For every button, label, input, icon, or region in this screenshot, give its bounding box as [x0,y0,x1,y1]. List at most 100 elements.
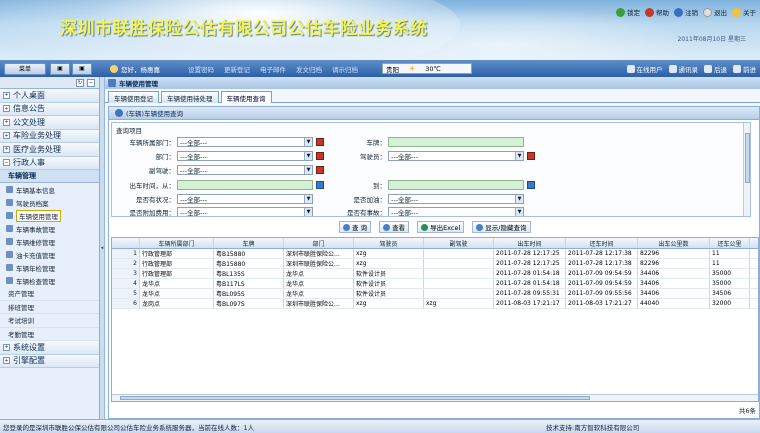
quick-link-email[interactable]: 电子邮件 [260,64,286,74]
quick-link-request[interactable]: 请示归档 [332,64,358,74]
refresh-icon[interactable]: ↻ [76,78,84,87]
table-row[interactable]: 4 龙华点 粤B117LS 龙华点 软件设计员 2011-07-28 01:54:18 20… [112,279,758,289]
table-cell: xzg [354,249,424,258]
sidebar-item-admin[interactable]: − 行政人事 [0,156,99,170]
fuel-select[interactable]: ---全部--- ▼ [388,193,524,204]
quick-link-archive[interactable]: 发文归档 [296,64,322,74]
help-icon [645,7,654,17]
accident-select[interactable]: ---全部--- ▼ [388,206,524,216]
table-row[interactable]: 3 行政管理部 粤BL135S 龙华点 软件设计员 2011-07-28 01:54:18… [112,269,758,279]
col-header[interactable]: 还车公里 [710,238,750,248]
about-link[interactable]: 关于 [732,7,756,17]
out-time-to-input[interactable] [388,179,524,190]
sidebar-section-vehicle[interactable]: 车辆管理 [0,170,99,183]
exit-link[interactable]: 退出 [703,7,727,17]
back-link[interactable]: 后退 [704,64,727,74]
table-cell: 龙华点 [284,279,354,288]
table-row[interactable]: 2 行政管理部 粤B15880 深圳市联胜保险公... xzg 2011-07-28 12… [112,259,758,269]
sidebar-sub-inspection[interactable]: 车辆检查管理 [0,274,99,287]
table-header: 车辆所属部门 车牌 部门 驾驶员 副驾驶 出车时间 还车时间 出车公里数 还车公… [112,238,758,249]
table-cell: 32000 [710,299,750,308]
picker-icon[interactable] [316,165,324,174]
table-cell: 2011-07-09 09:54:59 [566,269,638,278]
plate-input[interactable] [388,136,524,147]
toolbar-button-a[interactable]: ▣ [50,62,70,75]
forward-link[interactable]: 前进 [733,64,756,74]
export-excel-button[interactable]: 导出Excel [417,221,465,233]
table-cell: 龙华点 [140,289,214,298]
toggle-query-button[interactable]: 显示/隐藏查询 [472,221,531,233]
sidebar-item-training[interactable]: 考试培训 [0,314,99,328]
quick-links: 设置密码 更新登记 电子邮件 发文归档 请示归档 [188,60,358,77]
quick-link-register[interactable]: 更新登记 [224,64,250,74]
col-header[interactable]: 部门 [284,238,354,248]
sidebar-item-documents[interactable]: + 公文处理 [0,116,99,130]
col-header[interactable]: 出车时间 [494,238,566,248]
sidebar-item-schedule[interactable]: 排班管理 [0,301,99,314]
table-cell: 2011-07-28 01:54:18 [494,269,566,278]
codriver-select[interactable]: ---全部--- ▼ [177,164,313,175]
table-row[interactable]: 6 龙岗点 粤BL097S 深圳市联胜保险公... xzg xzg 2011-08-03 1… [112,299,758,309]
status-select[interactable]: ---全部--- ▼ [177,193,313,204]
lock-link[interactable]: 锁定 [616,7,640,17]
picker-icon[interactable] [316,151,324,160]
contacts-link[interactable]: 通讯录 [668,64,698,74]
dept2-select[interactable]: ---全部--- ▼ [177,150,313,161]
table-hscrollbar[interactable] [112,394,758,401]
help-link[interactable]: 帮助 [645,7,669,17]
sidebar-item-engine-config[interactable]: + 引擎配置 [0,354,99,368]
sidebar-item-medical[interactable]: + 医疗业务处理 [0,143,99,157]
weather-widget: 贵阳 ☀ 30℃ [382,63,472,74]
out-time-label: 出车时间，从： [129,181,176,190]
col-header[interactable]: 还车时间 [566,238,638,248]
table-cell [424,249,494,258]
sidebar-item-assets[interactable]: 资产管理 [0,287,99,301]
weather-city: 贵阳 [386,65,399,74]
sidebar-item-system-settings[interactable]: + 系统设置 [0,341,99,355]
dept-select[interactable]: ---全部--- ▼ [177,136,313,147]
fee-select[interactable]: ---全部--- ▼ [177,206,313,216]
page-title-bar: 车辆使用管理 [105,77,760,89]
tab-usage-query[interactable]: 车辆使用查询 [220,91,272,103]
picker-icon[interactable] [316,137,324,146]
quick-link-password[interactable]: 设置密码 [188,64,214,74]
toolbar-button-b[interactable]: ▣ [72,62,92,75]
sidebar-sub-annual-check[interactable]: 车辆年检管理 [0,261,99,274]
sidebar-sub-vehicle-info[interactable]: 车辆基本信息 [0,183,99,196]
table-cell: 2011-07-28 01:54:18 [494,279,566,288]
sidebar-item-desktop[interactable]: + 个人桌面 [0,89,99,103]
tab-usage-register[interactable]: 车辆使用登记 [108,91,159,103]
sidebar-sub-vehicle-usage[interactable]: 车辆使用管理 [0,209,99,222]
sidebar-item-attendance[interactable]: 考勤管理 [0,328,99,341]
col-header[interactable]: 车牌 [214,238,284,248]
sidebar-sub-driver-archive[interactable]: 驾驶员档案 [0,196,99,209]
col-header[interactable]: 出车公里数 [638,238,710,248]
calendar-icon[interactable] [527,180,535,189]
online-users-link[interactable]: 在线用户 [626,64,663,74]
table-cell: 44040 [638,299,710,308]
tab-usage-pending[interactable]: 车辆使用待处理 [161,91,219,103]
driver-select[interactable]: ---全部--- ▼ [388,150,524,161]
table-cell: 34406 [638,279,710,288]
logout-link[interactable]: 注销 [674,7,698,17]
filter-scrollbar[interactable] [743,123,750,216]
collapse-icon[interactable]: − [87,78,95,87]
table-row[interactable]: 1 行政管理部 粤B15880 深圳市联胜保险公... xzg 2011-07-28 12… [112,249,758,259]
out-time-from-input[interactable] [177,179,313,190]
car-icon [6,199,13,206]
col-header[interactable]: 驾驶员 [354,238,424,248]
col-header[interactable]: 车辆所属部门 [140,238,214,248]
menu-button[interactable]: 菜单 [4,62,46,75]
table-row[interactable]: 5 龙华点 粤BL095S 龙华点 软件设计员 2011-07-28 09:55:31 20… [112,289,758,299]
sidebar-sub-repair[interactable]: 车辆维修管理 [0,235,99,248]
sidebar-sub-accident[interactable]: 车辆事故管理 [0,222,99,235]
view-button[interactable]: 查看 [379,221,410,233]
calendar-icon[interactable] [316,180,324,189]
sidebar-sub-fuel-card[interactable]: 油卡充值管理 [0,248,99,261]
query-button[interactable]: 查 询 [339,221,372,233]
sidebar-item-auto-insurance[interactable]: + 车险业务处理 [0,129,99,143]
picker-icon[interactable] [527,151,535,160]
logout-icon [674,7,683,17]
col-header[interactable]: 副驾驶 [424,238,494,248]
sidebar-item-notice[interactable]: + 信息公告 [0,102,99,116]
